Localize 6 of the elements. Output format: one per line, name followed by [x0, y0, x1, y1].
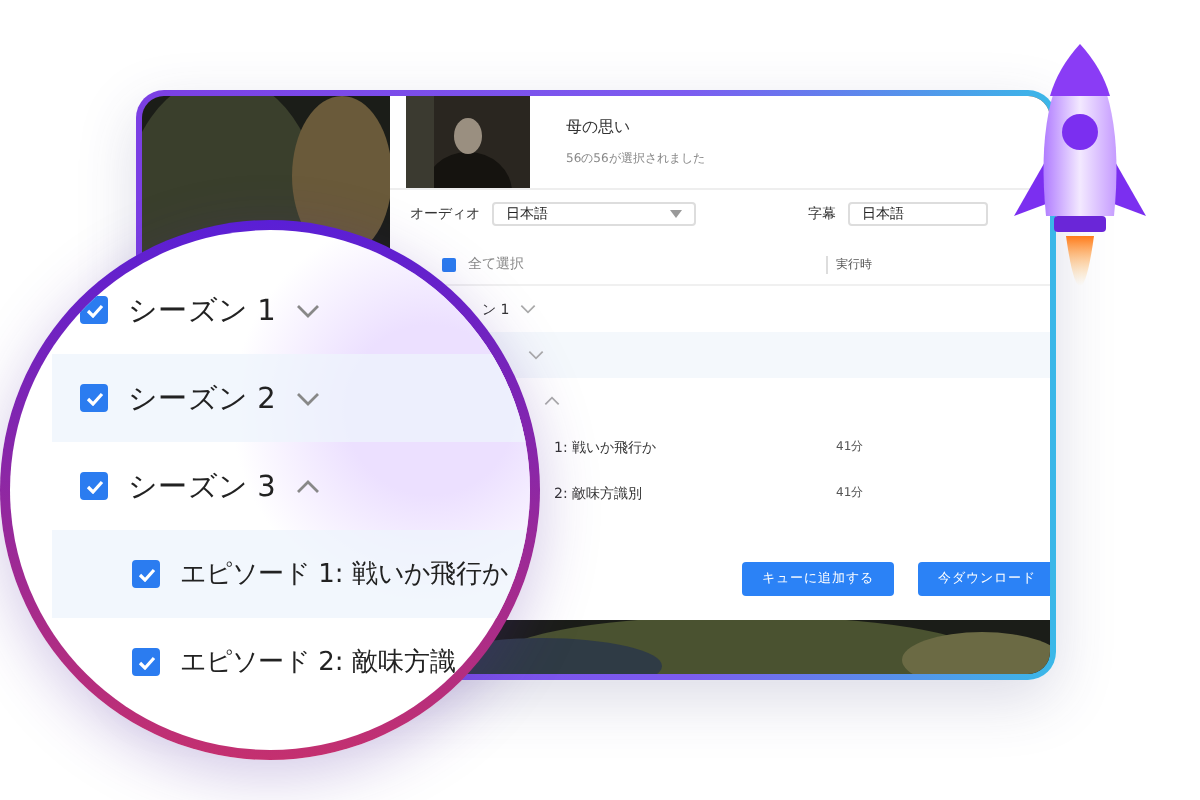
check-icon [85, 303, 103, 317]
checkbox[interactable] [80, 296, 108, 324]
checkbox[interactable] [80, 472, 108, 500]
check-icon [85, 479, 103, 493]
checkbox[interactable] [80, 384, 108, 412]
check-icon [85, 391, 103, 405]
